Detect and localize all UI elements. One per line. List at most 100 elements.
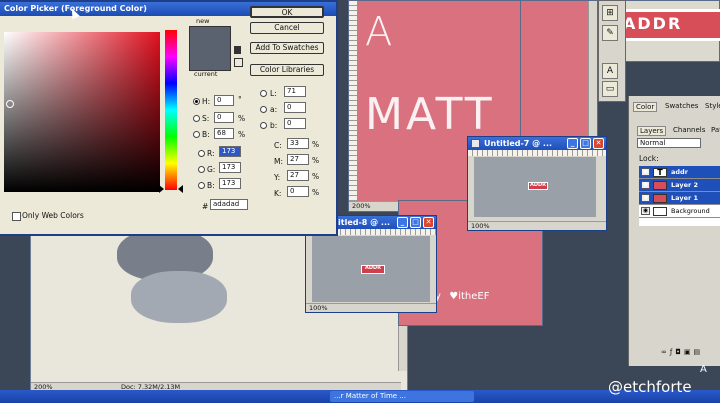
tab-paths[interactable]: Paths — [711, 126, 720, 134]
lock-label: Lock: — [639, 154, 659, 163]
blend-mode-select[interactable]: Normal — [637, 138, 701, 148]
visibility-icon[interactable]: ◉ — [641, 194, 650, 202]
layer-thumbnail — [653, 181, 667, 190]
link-layers-icon[interactable]: ∞ — [661, 348, 670, 356]
addr-banner: ADDR — [615, 9, 720, 41]
g-radio[interactable] — [198, 166, 205, 173]
y-input[interactable]: 27 — [287, 170, 309, 181]
type-tool-icon[interactable]: ⊞ — [602, 5, 618, 21]
tab-swatches[interactable]: Swatches — [665, 102, 698, 110]
a-radio[interactable] — [260, 106, 267, 113]
layer-row-background[interactable]: ◉ Background — [639, 205, 720, 218]
text-tool-icon[interactable]: A — [602, 63, 618, 79]
s-radio[interactable] — [193, 115, 200, 122]
b-label: B: — [202, 130, 210, 139]
new-color-swatch — [189, 26, 231, 50]
b-input[interactable]: 68 — [214, 128, 234, 139]
tab-color[interactable]: Color — [633, 102, 658, 112]
vertical-ruler — [349, 1, 357, 201]
hue-slider[interactable] — [165, 30, 177, 190]
close-icon[interactable]: ✕ — [423, 217, 434, 228]
c-input[interactable]: 33 — [287, 138, 309, 149]
g-label: G: — [207, 165, 216, 174]
k-input[interactable]: 0 — [287, 186, 309, 197]
visibility-icon[interactable]: ◉ — [641, 207, 650, 215]
tab-styles[interactable]: Styles — [705, 102, 720, 110]
r-label: R: — [207, 149, 215, 158]
visibility-icon[interactable]: ◉ — [641, 181, 650, 189]
h-radio[interactable] — [193, 98, 200, 105]
l-radio[interactable] — [260, 90, 267, 97]
blue-radio[interactable] — [198, 182, 205, 189]
minimize-icon[interactable]: _ — [397, 217, 408, 228]
watermark-text: @etchforte — [608, 378, 692, 396]
window-title-bar[interactable]: Untitled-7 @ ... _ □ ✕ — [468, 137, 606, 150]
maximize-icon[interactable]: □ — [580, 138, 591, 149]
canvas-light-blob — [131, 271, 227, 323]
out-of-gamut-icon[interactable] — [234, 46, 241, 54]
window-title: Untitled-7 @ ... — [484, 139, 553, 148]
addr-tag: ADDR — [361, 265, 385, 274]
maximize-icon[interactable]: □ — [410, 217, 421, 228]
close-icon[interactable]: ✕ — [593, 138, 604, 149]
k-unit: % — [312, 188, 320, 197]
document-canvas[interactable]: ADDR — [474, 157, 596, 217]
panels-dock: Color Swatches Styles Layers Channels Pa… — [628, 96, 720, 366]
layer-row-layer-1[interactable]: ◉ Layer 1 — [639, 192, 720, 205]
untitled-7-window[interactable]: Untitled-7 @ ... _ □ ✕ ADDR 100% — [467, 136, 607, 231]
layers-list: ◉ T addr ◉ Layer 2 ◉ Layer 1 ◉ Backgroun… — [639, 166, 720, 226]
web-safe-cube-icon[interactable] — [234, 58, 243, 67]
layer-name: Layer 1 — [671, 194, 698, 202]
ok-button[interactable]: OK — [250, 6, 324, 18]
s-input[interactable]: 0 — [214, 112, 234, 123]
delete-layer-icon[interactable]: ▤ — [693, 348, 703, 356]
lab-b-input[interactable]: 0 — [284, 118, 306, 129]
k-label: K: — [274, 189, 282, 198]
document-canvas[interactable]: ADDR — [312, 236, 430, 302]
a-input[interactable]: 0 — [284, 102, 306, 113]
r-input[interactable]: 173 — [219, 146, 241, 157]
mask-icon[interactable]: ◘ — [675, 348, 684, 356]
c-label: C: — [274, 141, 282, 150]
tab-layers[interactable]: Layers — [637, 126, 667, 136]
add-to-swatches-button[interactable]: Add To Swatches — [250, 42, 324, 54]
layer-name: addr — [671, 168, 688, 176]
layer-row-addr[interactable]: ◉ T addr — [639, 166, 720, 179]
b-radio[interactable] — [193, 131, 200, 138]
document-icon — [471, 139, 480, 148]
visibility-icon[interactable]: ◉ — [641, 168, 650, 176]
s-unit: % — [238, 114, 246, 123]
doc-status-bar: 100% — [468, 221, 606, 230]
lab-b-radio[interactable] — [260, 122, 267, 129]
cancel-button[interactable]: Cancel — [250, 22, 324, 34]
hue-slider-arrow-left[interactable] — [159, 185, 164, 193]
color-field-marker — [6, 100, 14, 108]
hex-input[interactable]: adadad — [210, 199, 248, 210]
m-input[interactable]: 27 — [287, 154, 309, 165]
eyedropper-icon[interactable]: ✎ — [602, 25, 618, 41]
selection-tool-icon[interactable]: ▭ — [602, 81, 618, 97]
hue-slider-arrow-right[interactable] — [178, 185, 183, 193]
new-color-label: new — [196, 17, 210, 25]
l-input[interactable]: 71 — [284, 86, 306, 97]
b-unit: % — [238, 130, 246, 139]
current-color-swatch — [189, 48, 231, 71]
m-label: M: — [274, 157, 283, 166]
color-field[interactable] — [4, 32, 160, 192]
corner-tray-label: A — [700, 364, 707, 375]
layers-footer: ∞ƒ◘▣▤ — [661, 348, 720, 358]
blue-input[interactable]: 173 — [219, 178, 241, 189]
color-picker-dialog[interactable]: Color Picker (Foreground Color) new curr… — [0, 0, 338, 236]
layer-row-layer-2[interactable]: ◉ Layer 2 — [639, 179, 720, 192]
g-input[interactable]: 173 — [219, 162, 241, 173]
h-input[interactable]: 0 — [214, 95, 234, 106]
color-libraries-button[interactable]: Color Libraries — [250, 64, 324, 76]
r-radio[interactable] — [198, 150, 205, 157]
taskbar-item[interactable]: ...r Matter of Time ... — [330, 391, 474, 402]
lab-b-label: b: — [270, 121, 278, 130]
tab-channels[interactable]: Channels — [673, 126, 705, 134]
layer-name: Background — [671, 207, 710, 215]
addr-tag: ADDR — [528, 182, 548, 190]
minimize-icon[interactable]: _ — [567, 138, 578, 149]
only-web-colors-checkbox[interactable] — [12, 212, 21, 221]
